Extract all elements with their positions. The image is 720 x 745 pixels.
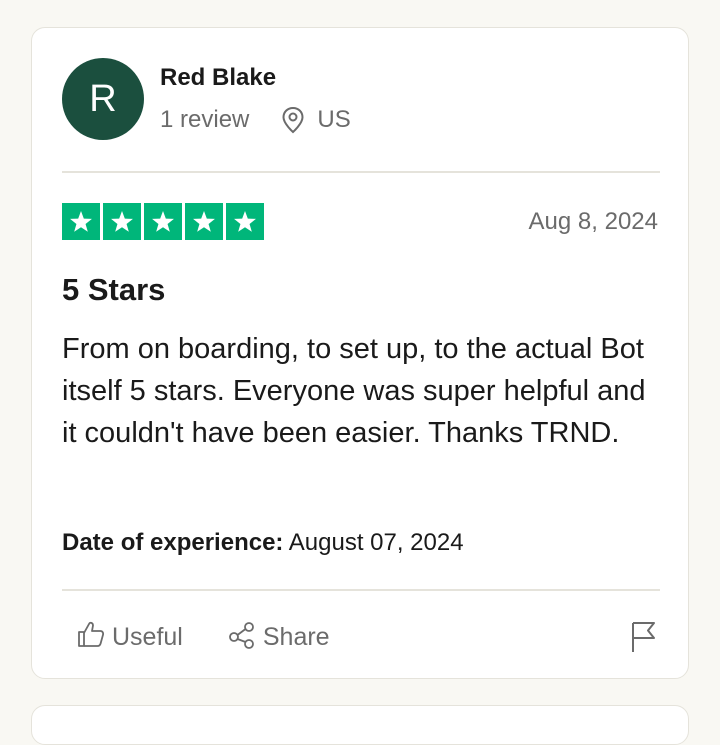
review-count: 1 review (160, 106, 250, 133)
experience-value: August 07, 2024 (288, 529, 464, 556)
useful-button[interactable]: Useful (76, 619, 183, 656)
location-pin-icon (281, 106, 305, 134)
review-date: Aug 8, 2024 (528, 208, 658, 235)
useful-label: Useful (112, 623, 183, 651)
thumbs-up-icon (76, 619, 112, 656)
next-review-card (31, 705, 689, 745)
experience-date: Date of experience: August 07, 2024 (62, 529, 464, 557)
star-rating (62, 203, 264, 240)
footer-divider (62, 589, 660, 591)
reviewer-country: US (317, 106, 351, 133)
reviewer-meta: 1 review US (160, 106, 351, 134)
review-actions: Useful Share (76, 619, 330, 656)
share-label: Share (262, 623, 330, 651)
experience-label: Date of experience: (62, 529, 284, 556)
review-body: From on boarding, to set up, to the actu… (62, 333, 646, 449)
star-icon (62, 203, 100, 240)
review-card: R Red Blake 1 review US Aug 8, 2024 5 St… (31, 27, 689, 679)
avatar-initial: R (89, 77, 117, 120)
flag-icon (630, 622, 658, 658)
share-icon (227, 619, 263, 656)
share-button[interactable]: Share (227, 619, 330, 656)
review-title[interactable]: 5 Stars (62, 272, 165, 308)
star-icon (226, 203, 264, 240)
star-icon (103, 203, 141, 240)
reviewer-name[interactable]: Red Blake (160, 64, 276, 92)
report-flag-button[interactable] (630, 620, 658, 659)
star-icon (144, 203, 182, 240)
star-icon (185, 203, 223, 240)
avatar[interactable]: R (62, 58, 144, 140)
header-divider (62, 171, 660, 173)
